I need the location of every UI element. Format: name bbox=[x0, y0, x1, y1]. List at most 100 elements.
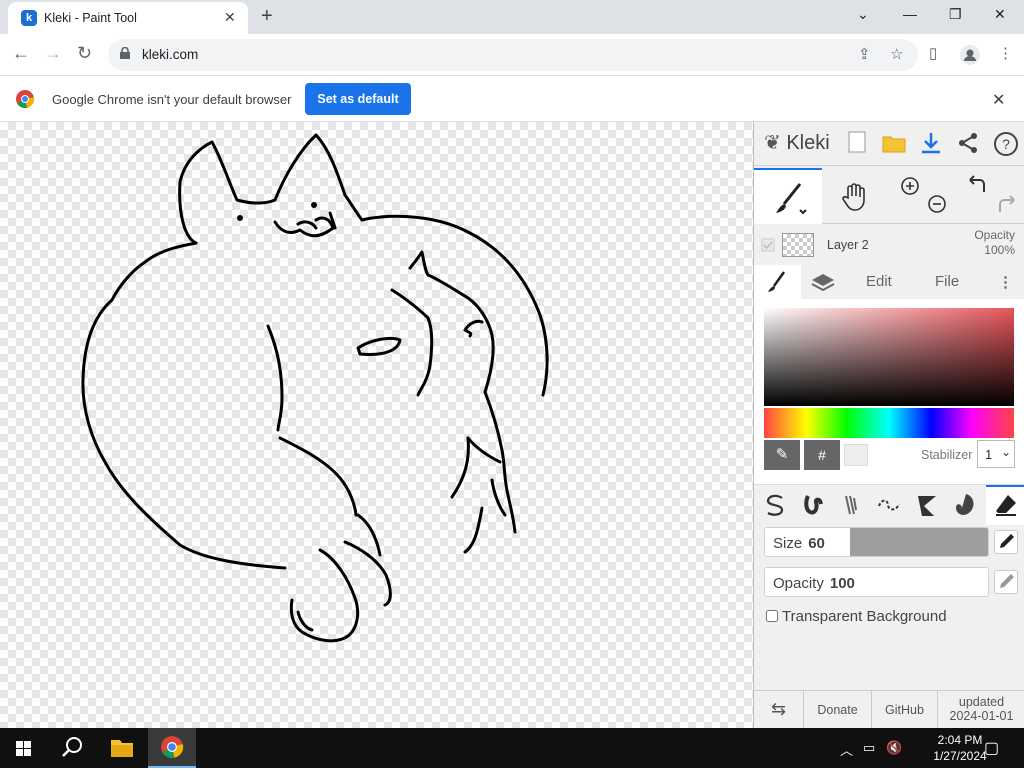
tab-search-icon[interactable]: ⌄ bbox=[857, 6, 869, 23]
stabilizer-select[interactable]: 1 ⌄ bbox=[977, 440, 1015, 468]
reload-icon[interactable]: ↻ bbox=[77, 43, 92, 64]
share-icon[interactable]: ⇪ bbox=[858, 45, 871, 63]
clock-date: 1/27/2024 bbox=[933, 749, 987, 763]
new-image-icon[interactable] bbox=[848, 131, 866, 153]
chrome-menu-icon[interactable]: ⋮ bbox=[998, 44, 1013, 62]
tab-close-icon[interactable]: ✕ bbox=[224, 9, 236, 26]
layer-checkbox[interactable] bbox=[761, 238, 775, 252]
stabilizer-value: 1 bbox=[985, 447, 993, 462]
tab-strip: k Kleki - Paint Tool ✕ + ⌄ — ❐ ✕ bbox=[0, 0, 1024, 34]
close-window-icon[interactable]: ✕ bbox=[994, 6, 1006, 23]
chrome-taskbar-button[interactable] bbox=[148, 728, 196, 768]
tool-row bbox=[754, 168, 1024, 224]
updated-info: updated 2024-01-01 bbox=[938, 691, 1024, 729]
size-slider[interactable]: Size 60 bbox=[764, 527, 989, 557]
volume-muted-icon[interactable]: 🔇 bbox=[886, 740, 902, 756]
eraser-icon bbox=[996, 495, 1016, 516]
undo-redo-controls bbox=[969, 175, 1015, 212]
saturation-value-field[interactable] bbox=[764, 308, 1014, 406]
clock-time: 2:04 PM bbox=[937, 733, 983, 747]
size-value: 60 bbox=[808, 535, 825, 552]
chrome-logo-icon bbox=[16, 90, 34, 108]
hue-slider[interactable] bbox=[764, 408, 1014, 438]
blend-brush-icon[interactable] bbox=[800, 492, 826, 518]
opacity-slider[interactable]: Opacity 100 bbox=[764, 567, 989, 597]
layer-opacity-label: Opacity bbox=[974, 228, 1015, 242]
taskbar-clock[interactable]: 2:04 PM 1/27/2024 bbox=[932, 732, 988, 764]
set-as-default-button[interactable]: Set as default bbox=[305, 83, 411, 115]
windows-taskbar: ︿ ▭ 🔇 2:04 PM 1/27/2024 ▢ bbox=[0, 728, 1024, 768]
kleki-topbar: ❦ Kleki ? bbox=[754, 122, 1024, 166]
download-icon[interactable] bbox=[919, 131, 943, 155]
hand-tool-icon[interactable] bbox=[840, 182, 870, 212]
more-menu-icon[interactable]: ⋮ bbox=[998, 273, 1013, 291]
tab-file[interactable]: File bbox=[935, 273, 959, 290]
pen-pressure-icon bbox=[1000, 574, 1014, 588]
secondary-color-swatch[interactable] bbox=[844, 444, 868, 466]
kleki-favicon-icon: k bbox=[21, 10, 37, 26]
tab-brush-settings[interactable] bbox=[754, 265, 801, 299]
pen-brush-icon[interactable] bbox=[762, 492, 788, 518]
kleki-logo-icon: ❦ bbox=[764, 132, 781, 154]
bookmark-star-icon[interactable]: ☆ bbox=[890, 45, 903, 63]
svg-text:?: ? bbox=[1002, 136, 1010, 152]
tab-title: Kleki - Paint Tool bbox=[44, 11, 137, 25]
transparent-background-option[interactable]: Transparent Background bbox=[766, 608, 947, 625]
profile-avatar[interactable] bbox=[960, 45, 980, 65]
restore-icon[interactable]: ❐ bbox=[949, 6, 962, 23]
updated-line1: updated bbox=[958, 695, 1005, 709]
transparent-background-label: Transparent Background bbox=[782, 608, 947, 625]
transparent-background-checkbox[interactable] bbox=[766, 610, 778, 622]
smudge-brush-icon[interactable] bbox=[952, 492, 978, 518]
eyedropper-icon[interactable]: ✎ bbox=[764, 440, 800, 470]
default-browser-infobar: Google Chrome isn't your default browser… bbox=[0, 76, 1024, 122]
brush-types bbox=[754, 484, 1024, 525]
layer-thumbnail bbox=[782, 233, 814, 257]
tab-edit[interactable]: Edit bbox=[866, 273, 892, 290]
address-bar[interactable]: kleki.com ⇪ ☆ bbox=[108, 39, 918, 71]
minimize-icon[interactable]: — bbox=[903, 6, 917, 22]
new-tab-icon[interactable]: + bbox=[261, 5, 273, 28]
chevron-down-icon: ⌄ bbox=[1000, 445, 1011, 459]
size-pressure-toggle[interactable] bbox=[994, 530, 1018, 554]
swap-sides-icon[interactable]: ⇆ bbox=[754, 691, 804, 729]
github-link[interactable]: GitHub bbox=[872, 691, 938, 729]
opacity-pressure-toggle[interactable] bbox=[994, 570, 1018, 594]
stabilizer-label: Stabilizer bbox=[921, 448, 973, 462]
notifications-icon[interactable]: ▢ bbox=[984, 738, 999, 758]
tab-kleki[interactable]: k Kleki - Paint Tool ✕ bbox=[8, 2, 248, 34]
windows-start-icon[interactable] bbox=[0, 728, 48, 768]
layer-opacity-value: 100% bbox=[984, 243, 1015, 257]
browser-toolbar: ← → ↻ kleki.com ⇪ ☆ ▯ ⋮ bbox=[0, 34, 1024, 76]
eraser-brush-tab[interactable] bbox=[986, 485, 1024, 525]
donate-link[interactable]: Donate bbox=[804, 691, 872, 729]
size-slider-fill bbox=[850, 528, 988, 556]
brush-tool-tab[interactable] bbox=[754, 168, 822, 224]
panel-subtabs: Edit File ⋮ bbox=[754, 265, 1024, 299]
back-icon[interactable]: ← bbox=[12, 43, 30, 64]
url-text: kleki.com bbox=[142, 47, 199, 62]
panel-footer: ⇆ Donate GitHub updated 2024-01-01 bbox=[754, 690, 1024, 729]
share-icon[interactable] bbox=[956, 131, 980, 155]
network-icon[interactable]: ▭ bbox=[863, 740, 875, 756]
drawing-canvas[interactable] bbox=[0, 122, 753, 728]
layer-name: Layer 2 bbox=[827, 238, 869, 252]
tray-chevron-icon[interactable]: ︿ bbox=[840, 740, 853, 759]
search-icon[interactable] bbox=[48, 728, 96, 768]
forward-icon[interactable]: → bbox=[44, 43, 62, 64]
open-folder-icon[interactable] bbox=[882, 131, 906, 153]
file-explorer-icon[interactable] bbox=[98, 728, 146, 768]
color-picker: ✎ # Stabilizer 1 ⌄ bbox=[754, 299, 1024, 484]
hex-input-icon[interactable]: # bbox=[804, 440, 840, 470]
size-label: Size 60 bbox=[773, 535, 825, 552]
zoom-controls bbox=[901, 177, 946, 213]
layers-icon[interactable] bbox=[810, 271, 836, 295]
layer-row[interactable]: Layer 2 Opacity 100% bbox=[754, 225, 1024, 265]
infobar-close-icon[interactable]: ✕ bbox=[992, 90, 1005, 110]
side-panel-icon[interactable]: ▯ bbox=[929, 44, 937, 62]
sketchy-brush-icon[interactable] bbox=[838, 492, 864, 518]
help-icon[interactable]: ? bbox=[993, 131, 1019, 157]
brush-tool-icon bbox=[776, 183, 807, 215]
pixel-brush-icon[interactable] bbox=[876, 492, 902, 518]
chemy-brush-icon[interactable] bbox=[914, 492, 940, 518]
